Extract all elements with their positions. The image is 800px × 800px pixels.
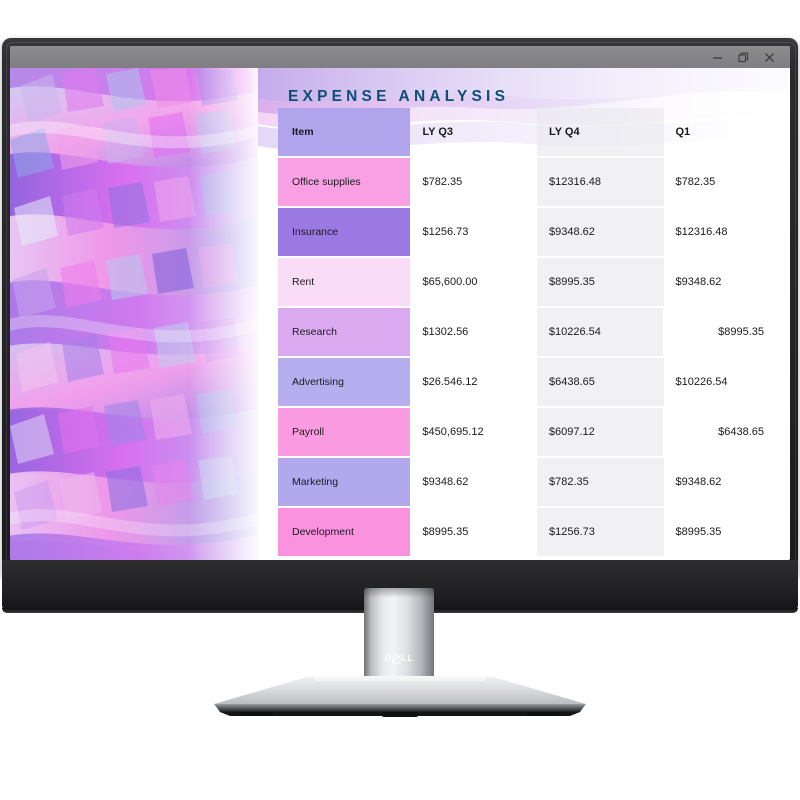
table-cell-ly-q3: $1256.73 — [422, 226, 469, 238]
slide-content-panel: EXPENSE ANALYSIS Item LY Q3 LY Q4 Q1 Off… — [258, 68, 790, 560]
table-cell-item: Development — [278, 508, 411, 556]
monitor-stand-base — [214, 676, 586, 718]
dell-brand-logo: D LL — [364, 650, 434, 666]
table-row: Advertising $26.546.12 $6438.65 $10226.54 — [278, 358, 790, 406]
table-cell-q1: $9348.62 — [675, 276, 722, 288]
table-header-row: Item LY Q3 LY Q4 Q1 — [278, 108, 790, 156]
table-cell-ly-q3: $26.546.12 — [422, 376, 478, 388]
abstract-waves-graphic — [10, 68, 258, 560]
restore-icon[interactable] — [730, 47, 756, 67]
table-cell-ly-q3: $65,600.00 — [422, 276, 478, 288]
expense-table: Item LY Q3 LY Q4 Q1 Office supplies $782.… — [278, 108, 790, 558]
table-cell-ly-q4: $9348.62 — [536, 208, 664, 256]
table-cell-ly-q4: $12316.48 — [536, 158, 664, 206]
table-cell-item: Payroll — [278, 408, 411, 456]
monitor-stand-neck — [364, 588, 434, 684]
table-row: Office supplies $782.35 $12316.48 $782.35 — [278, 158, 790, 206]
monitor-screen: EXPENSE ANALYSIS Item LY Q3 LY Q4 Q1 Off… — [10, 46, 790, 560]
table-cell-ly-q4: $10226.54 — [536, 308, 664, 356]
table-cell-q1: $10226.54 — [675, 376, 728, 388]
table-cell-q1: $8995.35 — [718, 326, 765, 338]
minimize-icon[interactable] — [704, 47, 730, 67]
table-header-ly-q3: LY Q3 — [422, 126, 454, 138]
table-cell-ly-q3: $9348.62 — [422, 476, 469, 488]
table-cell-ly-q4: $6438.65 — [536, 358, 664, 406]
dell-monitor: EXPENSE ANALYSIS Item LY Q3 LY Q4 Q1 Off… — [0, 0, 800, 800]
stand-base-graphic — [214, 676, 586, 717]
table-cell-ly-q4: $6097.12 — [536, 408, 664, 456]
page-title: EXPENSE ANALYSIS — [288, 88, 510, 106]
table-header-item: Item — [278, 108, 411, 156]
dell-logo-e-ring — [392, 654, 401, 664]
table-cell-item: Office supplies — [278, 158, 411, 206]
table-cell-item: Insurance — [278, 208, 411, 256]
table-cell-item: Marketing — [278, 458, 411, 506]
table-row: Insurance $1256.73 $9348.62 $12316.48 — [278, 208, 790, 256]
slide-artwork-panel — [10, 68, 258, 560]
table-cell-q1: $6438.65 — [718, 426, 765, 438]
table-cell-ly-q4: $8995.35 — [536, 258, 664, 306]
table-cell-ly-q3: $450,695.12 — [422, 426, 484, 438]
table-cell-ly-q3: $8995.35 — [422, 526, 469, 538]
close-icon[interactable] — [756, 47, 782, 67]
table-cell-q1: $782.35 — [675, 176, 716, 188]
dell-logo-d: D — [384, 653, 392, 663]
table-cell-ly-q3: $1302.56 — [422, 326, 469, 338]
table-cell-item: Advertising — [278, 358, 411, 406]
table-cell-ly-q4: $1256.73 — [536, 508, 664, 556]
table-header-q1: Q1 — [675, 126, 691, 138]
stand-neck-shadow — [364, 588, 434, 598]
table-row: Marketing $9348.62 $782.35 $9348.62 — [278, 458, 790, 506]
table-cell-q1: $8995.35 — [675, 526, 722, 538]
table-row: Development $8995.35 $1256.73 $8995.35 — [278, 508, 790, 556]
table-cell-item: Rent — [278, 258, 411, 306]
table-row: Payroll $450,695.12 $6097.12 $6438.65 — [278, 408, 790, 456]
table-cell-q1: $12316.48 — [675, 226, 728, 238]
dell-logo-ll: LL — [401, 653, 414, 663]
table-row: Rent $65,600.00 $8995.35 $9348.62 — [278, 258, 790, 306]
table-header-ly-q4: LY Q4 — [536, 108, 664, 156]
table-cell-ly-q4: $782.35 — [536, 458, 664, 506]
table-cell-item: Research — [278, 308, 411, 356]
table-row: Research $1302.56 $10226.54 $8995.35 — [278, 308, 790, 356]
table-cell-q1: $9348.62 — [675, 476, 722, 488]
table-cell-ly-q3: $782.35 — [422, 176, 463, 188]
window-title-bar — [10, 46, 790, 68]
